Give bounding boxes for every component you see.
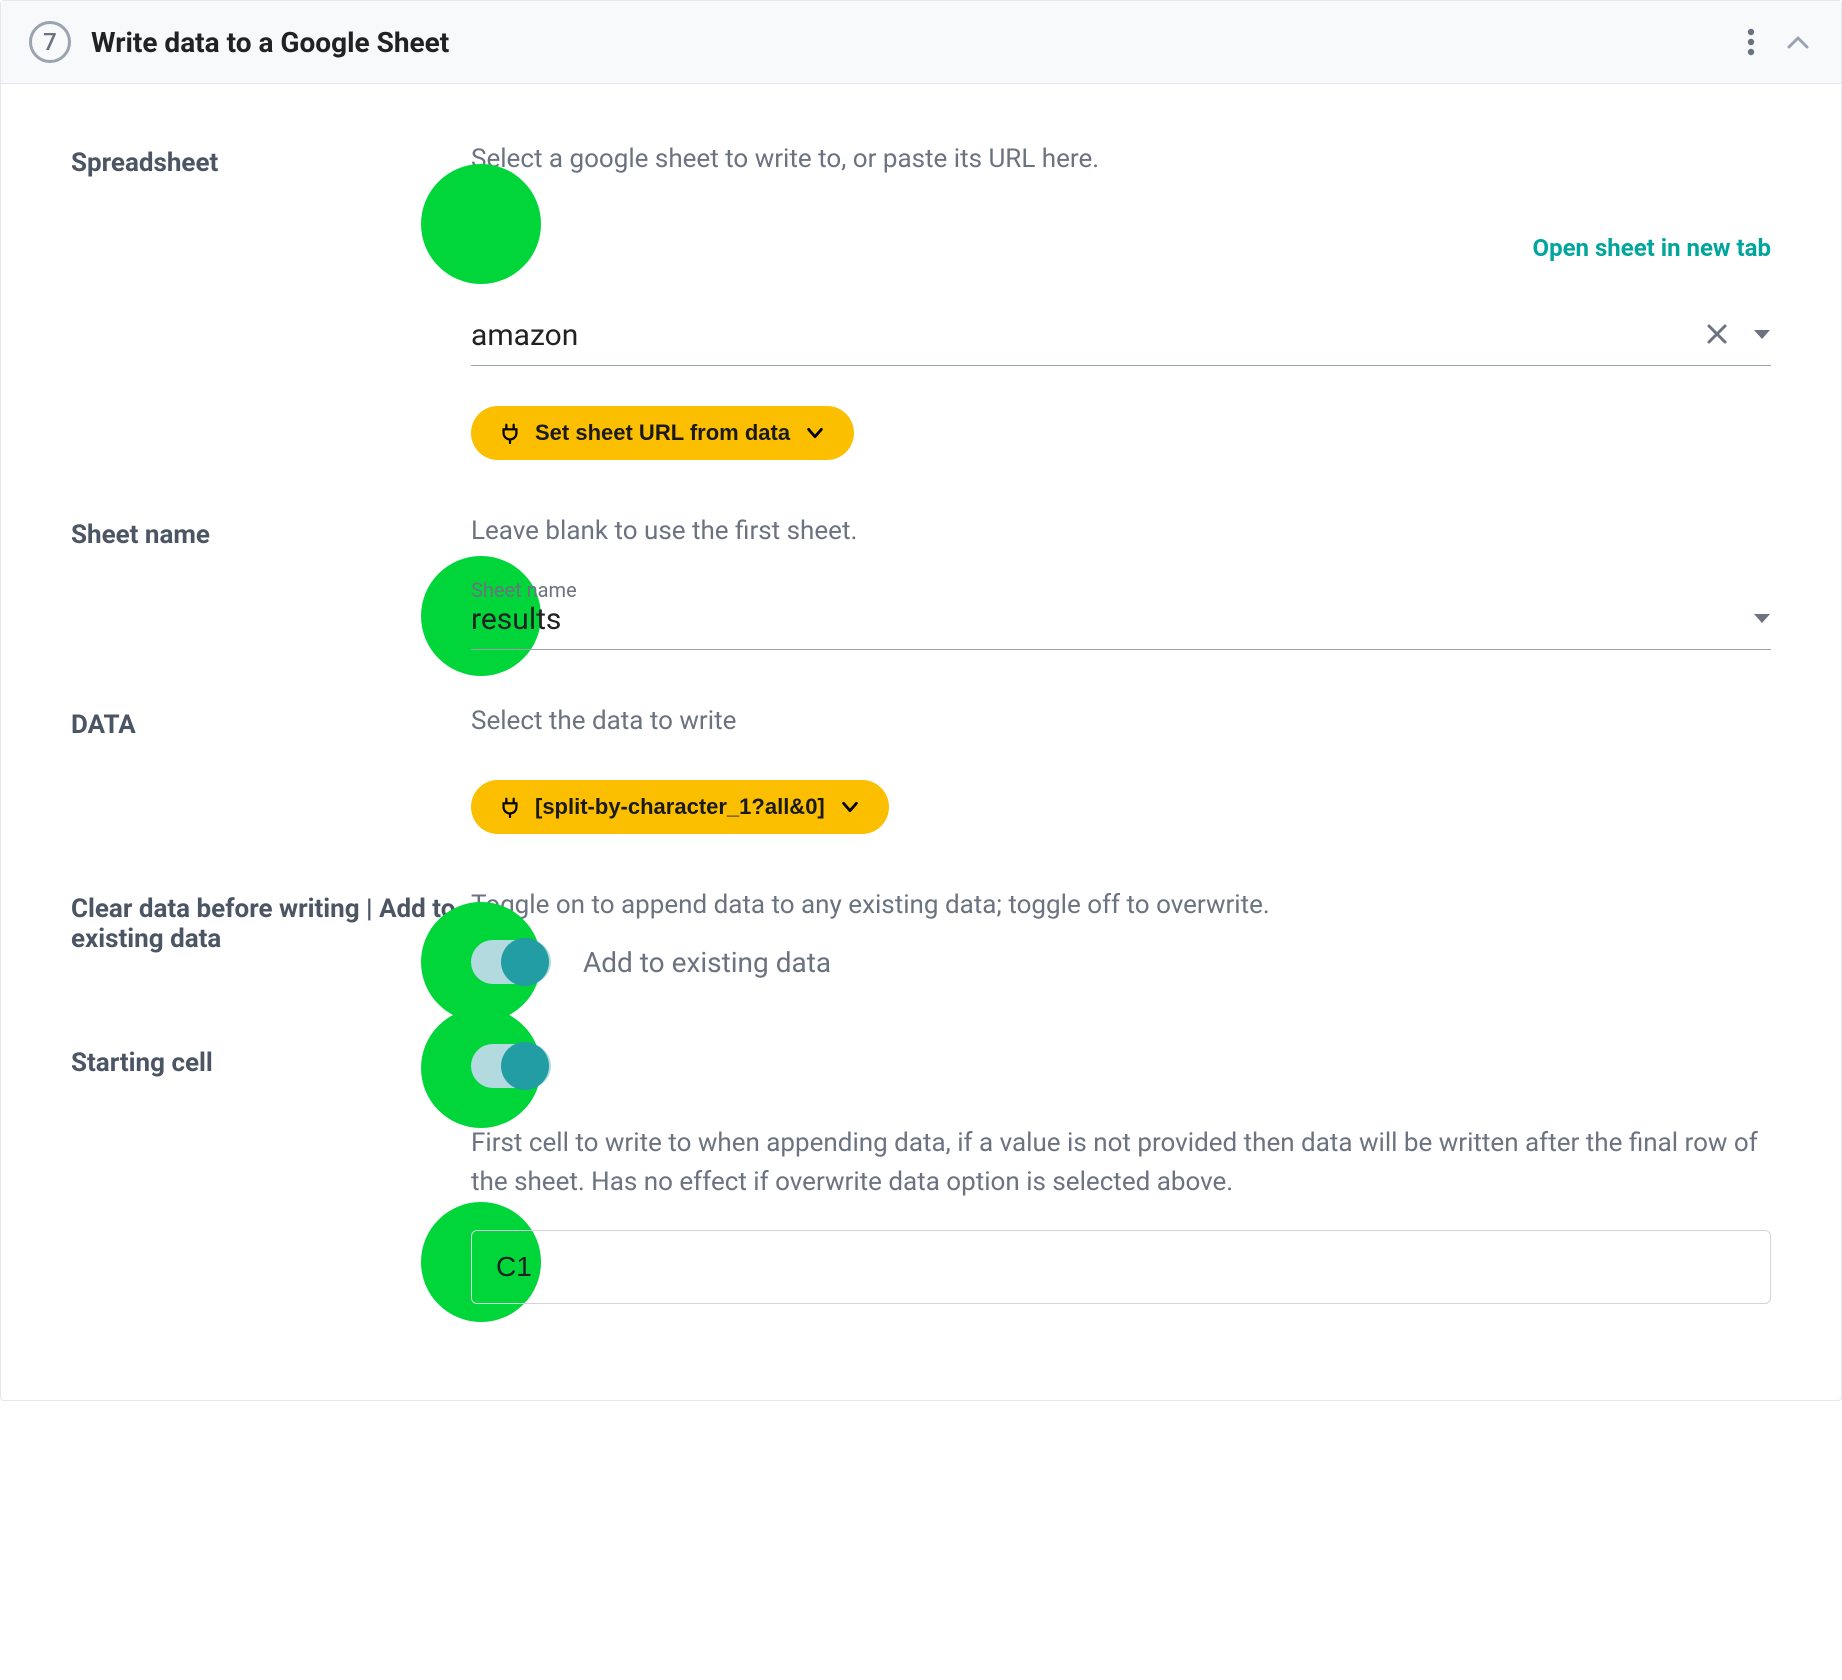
spreadsheet-select-actions (1705, 322, 1771, 350)
step-panel: 7 Write data to a Google Sheet Spreadshe… (0, 0, 1842, 1401)
set-sheet-url-button[interactable]: Set sheet URL from data (471, 406, 854, 460)
chevron-down-icon (804, 422, 826, 444)
sheetname-hint: Leave blank to use the first sheet. (471, 516, 1771, 546)
chevron-down-icon (839, 796, 861, 818)
toggle-knob (501, 938, 549, 986)
sheetname-row: Sheet name Leave blank to use the first … (71, 516, 1771, 650)
spreadsheet-row: Spreadsheet Select a google sheet to wri… (71, 144, 1771, 460)
data-row: DATA Select the data to write [split-by-… (71, 706, 1771, 834)
spreadsheet-label: Spreadsheet (71, 144, 471, 460)
data-source-chip[interactable]: [split-by-character_1?all&0] (471, 780, 889, 834)
startcell-content: First cell to write to when appending da… (471, 1044, 1771, 1304)
startcell-row: Starting cell First cell to write to whe… (71, 1044, 1771, 1304)
spreadsheet-hint: Select a google sheet to write to, or pa… (471, 144, 1771, 174)
data-label: DATA (71, 706, 471, 834)
spreadsheet-value: amazon (471, 318, 578, 353)
chevron-up-icon (1787, 35, 1809, 49)
header-left: 7 Write data to a Google Sheet (29, 21, 449, 63)
clear-spreadsheet-button[interactable] (1705, 322, 1729, 350)
plug-icon (499, 796, 521, 818)
plug-icon (499, 422, 521, 444)
highlight-marker-spreadsheet (421, 164, 541, 284)
cleardata-label: Clear data before writing | Add to exist… (71, 890, 471, 984)
append-toggle-row: Add to existing data (471, 940, 1771, 984)
dots-vertical-icon (1747, 28, 1755, 56)
spreadsheet-dropdown-arrow[interactable] (1753, 326, 1771, 345)
triangle-down-icon (1753, 613, 1771, 625)
startcell-toggle[interactable] (471, 1044, 551, 1088)
panel-header: 7 Write data to a Google Sheet (1, 1, 1841, 84)
toggle-knob (501, 1042, 549, 1090)
data-source-chip-label: [split-by-character_1?all&0] (535, 794, 825, 820)
startcell-input[interactable] (471, 1230, 1771, 1304)
spreadsheet-select[interactable]: amazon (471, 302, 1771, 366)
close-icon (1705, 322, 1729, 346)
sheetname-field-label: Sheet name (471, 578, 577, 602)
append-toggle[interactable] (471, 940, 551, 984)
spreadsheet-content: Select a google sheet to write to, or pa… (471, 144, 1771, 460)
sheetname-content: Leave blank to use the first sheet. Shee… (471, 516, 1771, 650)
startcell-description: First cell to write to when appending da… (471, 1124, 1771, 1202)
data-hint: Select the data to write (471, 706, 1771, 736)
step-number-badge: 7 (29, 21, 71, 63)
more-menu-button[interactable] (1743, 24, 1759, 60)
cleardata-hint: Toggle on to append data to any existing… (471, 890, 1771, 920)
panel-body: Spreadsheet Select a google sheet to wri… (1, 84, 1841, 1400)
sheetname-value: results (471, 602, 561, 637)
triangle-down-icon (1753, 329, 1771, 341)
cleardata-row: Clear data before writing | Add to exist… (71, 890, 1771, 984)
append-toggle-label: Add to existing data (583, 946, 831, 979)
sheetname-select-actions (1753, 610, 1771, 629)
panel-title: Write data to a Google Sheet (91, 26, 449, 59)
header-actions (1743, 24, 1813, 60)
sheetname-dropdown-arrow[interactable] (1753, 610, 1771, 629)
cleardata-content: Toggle on to append data to any existing… (471, 890, 1771, 984)
sheetname-select[interactable]: Sheet name results (471, 586, 1771, 650)
startcell-label: Starting cell (71, 1044, 471, 1304)
set-sheet-url-label: Set sheet URL from data (535, 420, 790, 446)
sheetname-label: Sheet name (71, 516, 471, 650)
data-content: Select the data to write [split-by-chara… (471, 706, 1771, 834)
collapse-button[interactable] (1783, 31, 1813, 53)
